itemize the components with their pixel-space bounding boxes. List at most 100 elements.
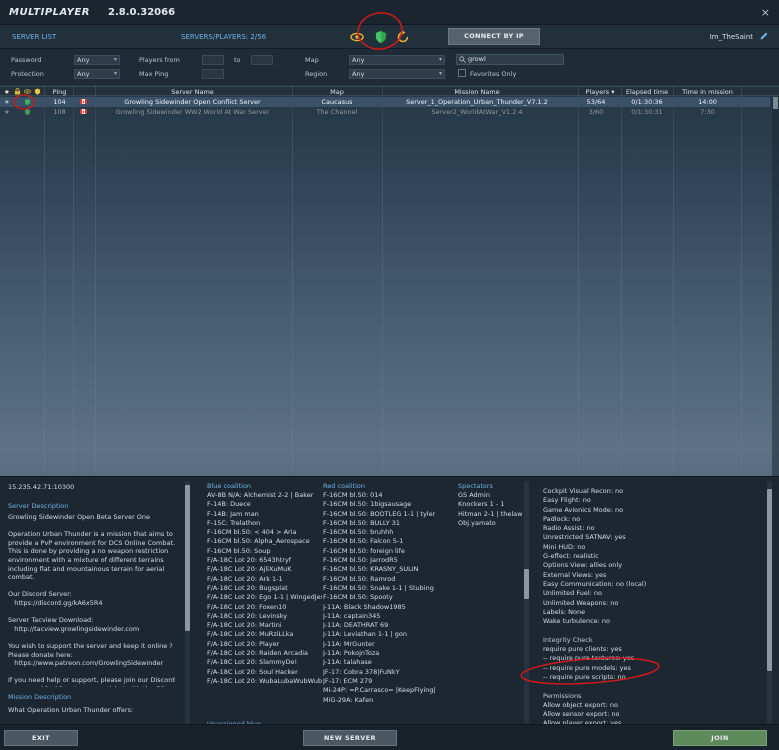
eye-icon[interactable] [350,30,364,44]
region-value: Any [352,70,365,78]
protection-value: Any [77,70,90,78]
setting-item: Permissions [543,691,582,700]
blue-player-item: F/A-18C Lot 20: SlammyDe! [207,658,298,667]
blue-player-item: F/A-18C Lot 20: Soul Hacker [207,667,298,676]
players-from-input[interactable] [202,55,224,65]
ping-cell: 104 [53,98,66,106]
setting-item [543,682,763,691]
map-column-header[interactable]: Map [292,88,382,96]
favorite-column-header[interactable]: ★ [4,88,10,96]
elapsed-cell: 0/1:30:31 [631,108,663,116]
new-server-button[interactable]: NEW SERVER [303,730,397,746]
favorites-only-checkbox[interactable] [458,69,466,77]
red-player-item: MiG-29A: Kafen [323,695,374,704]
protection-label: Protection [11,70,44,78]
scrollbar-thumb[interactable] [767,489,772,671]
mission-name-column-header[interactable]: Mission Name [384,88,570,96]
server-address: 15.235.42.71:10300 [8,483,75,491]
setting-item: Padlock: no [543,514,581,523]
setting-item: require pure clients: yes [543,645,622,654]
exit-button[interactable]: EXIT [4,730,78,746]
time-in-mission-column-header[interactable]: Time in mission [675,88,740,96]
scrollbar-thumb[interactable] [185,485,190,631]
edit-pencil-icon[interactable] [759,31,769,41]
players-cell: 3/60 [588,108,604,116]
map-cell: Caucasus [321,98,353,106]
map-label: Map [305,56,319,64]
table-row[interactable]: ★ 104 Growling Sidewinder Open Conflict … [0,97,770,107]
scrollbar-thumb[interactable] [773,97,778,109]
search-input[interactable]: growl [456,54,564,65]
server-list-scrollbar[interactable] [772,97,779,476]
scrollbar-thumb[interactable] [524,569,529,599]
setting-item: Unrestricted SATNAV: yes [543,533,626,542]
password-value: Any [77,56,90,64]
shield-icon[interactable] [374,30,388,44]
blue-player-item: F/A-18C Lot 20: MuRziLLka [207,630,294,639]
server-name-cell: Growling Sidewinder WW2 World At War Ser… [115,108,270,116]
setting-item: External Views: yes [543,570,607,579]
connect-by-ip-button[interactable]: CONNECT BY IP [448,28,540,45]
join-button[interactable]: JOIN [673,730,767,746]
spectators-list: GS Admin Knockers 1 - 1 Hitman 2-1 | thela… [458,491,522,551]
password-select[interactable]: Any [74,55,120,65]
region-select[interactable]: Any [349,69,445,79]
blue-player-item: F/A-18C Lot 20: Foxen10 [207,602,287,611]
red-player-item: JF-17: ECM 279 [323,676,373,685]
time-in-mission-cell: 7:30 [700,108,715,116]
players-scrollbar[interactable] [524,481,529,725]
refresh-icon[interactable] [396,30,410,44]
red-player-item: J-11A: DEATHRAT 69 [323,621,389,630]
eye-header-icon[interactable] [24,88,31,95]
favorite-star-icon[interactable]: ★ [4,98,10,106]
footer-bar: EXIT NEW SERVER JOIN [0,724,779,750]
setting-item: Wake turbulence: no [543,617,611,626]
spectators-title: Spectators [458,482,493,490]
blue-player-item: F/A-18C Lot 20: Ark 1-1 [207,574,283,583]
server-list-tab[interactable]: SERVER LIST [12,33,56,41]
description-scrollbar[interactable] [185,481,190,725]
setting-item: -- require pure models: yes [543,663,631,672]
setting-item: Unlimited Fuel: no [543,589,603,598]
server-name-column-header[interactable]: Server Name [95,88,290,96]
blue-player-item: F-14B: Jam man [207,509,259,518]
mission-name-cell: Server2_WorldAtWar_V1.2.4 [431,108,523,116]
elapsed-column-header[interactable]: Elapsed time [622,88,672,96]
server-table-header: ★ Ping Server Name Map Mission Name Play… [0,86,779,96]
filter-bar: Password Any Protection Any Players from… [0,49,779,85]
protection-select[interactable]: Any [74,69,120,79]
server-description-text: Growling Sidewinder Open Beta Server One… [8,513,176,687]
red-coalition-list: F-16CM bl.50: 014 F-16CM bl.50: 1bigsausa… [323,491,453,725]
ping-column-header[interactable]: Ping [52,88,67,96]
players-to-input[interactable] [251,55,273,65]
map-cell: The Channel [316,108,358,116]
username: Im_TheSaint [709,33,753,41]
canada-flag-icon [80,99,87,104]
map-select[interactable]: Any [349,55,445,65]
blue-player-item: AV-8B N/A: Alchemist 2-2 | Baker [207,491,314,499]
red-player-item: F-16CM bl.50: Spooty [323,593,393,602]
shield-header-icon[interactable] [34,88,41,95]
red-player-item: F-16CM bl.50: Snake 1-1 | Stubing [323,583,434,592]
lock-icon[interactable] [14,88,21,95]
players-cell: 53/64 [586,98,606,106]
max-ping-label: Max Ping [139,70,169,78]
red-player-item: J-11A: MrGunter [323,639,375,648]
blue-player-item: F-16CM bl.50: Soup [207,546,271,555]
mission-description-title: Mission Description [8,693,72,701]
table-row[interactable]: ★ 108 Growling Sidewinder WW2 World At W… [0,107,770,117]
red-player-item: F-16CM bl.50: Falcon 5-1 [323,537,404,546]
players-column-header[interactable]: Players ▾ [580,88,620,96]
favorite-star-icon[interactable]: ★ [4,108,10,116]
multiplayer-window: MULTIPLAYER 2.8.0.32066 × SERVER LIST SE… [0,0,779,750]
setting-item: Allow object export: no [543,700,618,709]
setting-item: -- require pure scripts: no [543,672,626,681]
close-button[interactable]: × [761,6,770,19]
red-player-item: F-16CM bl.50: 1bigsausage [323,500,412,509]
ping-cell: 108 [53,108,66,116]
red-coalition-title: Red coalition [323,482,366,490]
red-player-item: JF-17: Cobra 378|FuNkY [323,667,400,676]
settings-scrollbar[interactable] [767,481,772,725]
max-ping-input[interactable] [202,69,224,79]
blue-player-item: F/A-18C Lot 20: Levinsky [207,611,288,620]
